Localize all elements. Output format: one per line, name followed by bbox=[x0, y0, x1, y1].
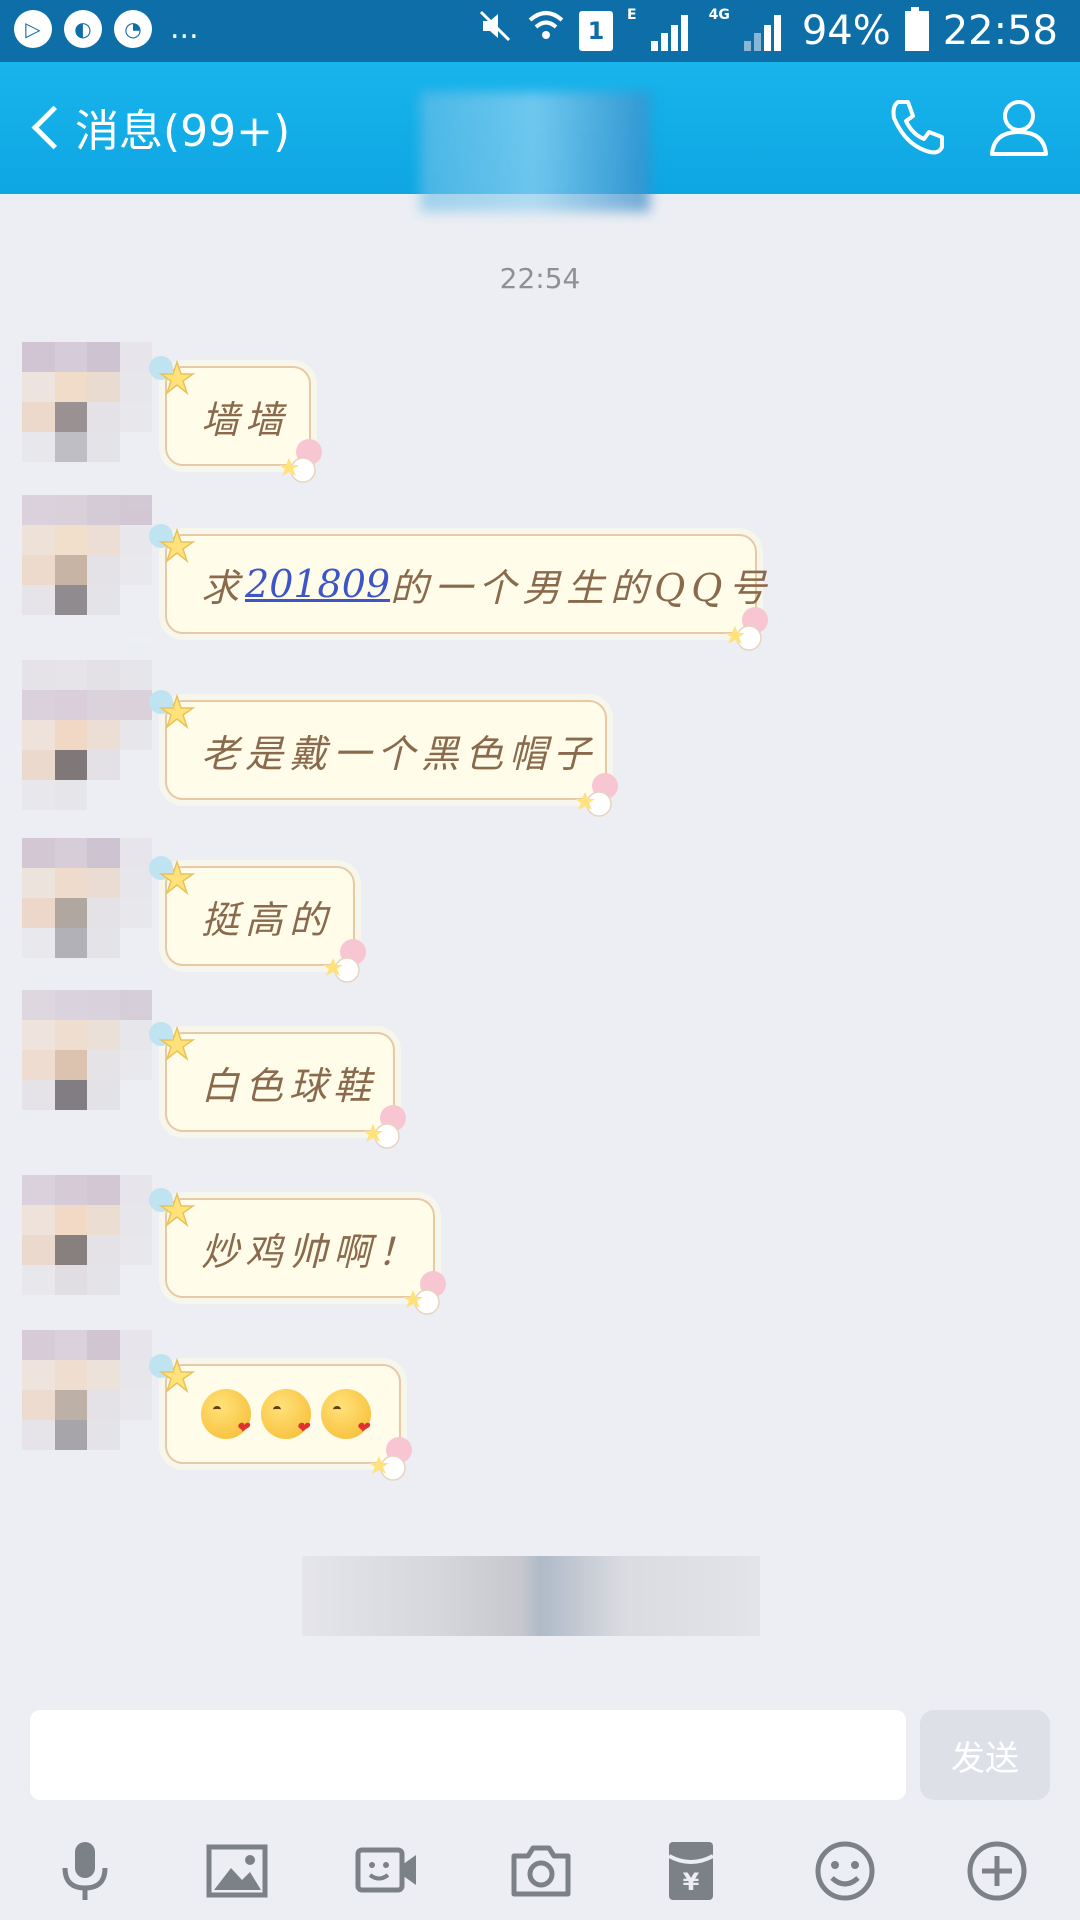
wifi-icon bbox=[527, 8, 565, 54]
star-sticker-icon bbox=[149, 1022, 195, 1062]
send-button[interactable]: 发送 bbox=[920, 1710, 1050, 1800]
star-sticker-icon bbox=[149, 690, 195, 730]
play-store-icon: ▷ bbox=[14, 10, 52, 48]
mute-icon bbox=[477, 8, 513, 54]
message-text: 老是戴一个黑色帽子 bbox=[201, 731, 598, 776]
twin-stars-sticker-icon bbox=[323, 939, 366, 983]
star-sticker-icon bbox=[149, 524, 195, 564]
red-packet-icon[interactable]: ¥ bbox=[658, 1838, 724, 1904]
number-link[interactable]: 201809 bbox=[245, 562, 390, 606]
emoji-row bbox=[201, 1389, 375, 1439]
face-blowing-kiss-icon bbox=[201, 1389, 255, 1439]
signal-strength-icon-1 bbox=[650, 11, 695, 51]
message-bubble[interactable]: 挺高的 bbox=[149, 856, 366, 983]
message-text-suffix: 的一个男生的QQ号 bbox=[390, 565, 773, 610]
message-text-prefix: 求 bbox=[201, 565, 246, 610]
sender-avatar[interactable] bbox=[22, 495, 152, 645]
message-bubble[interactable]: 炒鸡帅啊！ bbox=[149, 1188, 446, 1315]
notification-icons: ▷ ◐ ◔ ... bbox=[14, 10, 199, 48]
more-notifications-indicator: ... bbox=[170, 11, 199, 46]
sender-avatar[interactable] bbox=[22, 838, 152, 988]
image-icon[interactable] bbox=[204, 1838, 270, 1904]
network-type-4g: 4G bbox=[708, 7, 730, 23]
video-call-icon[interactable] bbox=[354, 1838, 420, 1904]
emoji-icon[interactable] bbox=[812, 1838, 878, 1904]
sender-avatar[interactable] bbox=[22, 990, 152, 1140]
microphone-icon[interactable] bbox=[52, 1838, 118, 1904]
message-text: 炒鸡帅啊！ bbox=[201, 1229, 422, 1274]
message-timestamp: 22:54 bbox=[499, 262, 581, 295]
star-sticker-icon bbox=[149, 356, 195, 396]
message-text: 挺高的 bbox=[201, 897, 334, 942]
twin-stars-sticker-icon bbox=[369, 1437, 412, 1481]
chevron-left-icon bbox=[31, 105, 76, 149]
back-button[interactable]: 消息(99+) bbox=[24, 94, 290, 160]
qq-browser-icon: ◐ bbox=[64, 10, 102, 48]
battery-icon bbox=[904, 7, 929, 51]
twin-stars-sticker-icon bbox=[575, 773, 618, 817]
twin-stars-sticker-icon bbox=[279, 439, 322, 483]
sender-avatar[interactable] bbox=[22, 660, 152, 810]
qq-icon: ◔ bbox=[114, 10, 152, 48]
input-toolbar: ¥ bbox=[0, 1820, 1080, 1920]
sim-slot-badge: 1 bbox=[579, 11, 613, 51]
message-bubble[interactable] bbox=[149, 1354, 412, 1481]
message-bubble[interactable]: 白色球鞋 bbox=[149, 1022, 406, 1149]
camera-icon[interactable] bbox=[508, 1838, 574, 1904]
message-bubble[interactable]: 墙墙 bbox=[149, 356, 322, 483]
chat-header: 消息(99+) bbox=[0, 62, 1080, 212]
message-input[interactable] bbox=[30, 1710, 906, 1800]
message-text: 白色球鞋 bbox=[201, 1063, 378, 1108]
phone-call-icon[interactable] bbox=[884, 94, 950, 160]
face-blowing-kiss-icon bbox=[261, 1389, 315, 1439]
system-indicators: 1 E 4G 94% 22:58 bbox=[477, 6, 1058, 56]
message-bubble[interactable]: 老是戴一个黑色帽子 bbox=[149, 690, 618, 817]
star-sticker-icon bbox=[149, 1354, 195, 1394]
star-sticker-icon bbox=[149, 856, 195, 896]
sender-avatar[interactable] bbox=[22, 1175, 152, 1325]
clock: 22:58 bbox=[942, 8, 1058, 54]
blurred-notice bbox=[302, 1556, 760, 1636]
twin-stars-sticker-icon bbox=[725, 607, 768, 651]
svg-text:¥: ¥ bbox=[683, 1868, 700, 1896]
sender-avatar[interactable] bbox=[22, 342, 152, 492]
signal-strength-icon-2 bbox=[743, 11, 788, 51]
status-bar: ▷ ◐ ◔ ... 1 E 4G 94% 22:58 bbox=[0, 0, 1080, 62]
message-bubble[interactable]: 求 201809 的一个男生的QQ号 bbox=[149, 524, 768, 651]
sender-avatar[interactable] bbox=[22, 1330, 152, 1480]
network-type-e: E bbox=[627, 7, 637, 23]
star-sticker-icon bbox=[149, 1188, 195, 1228]
contact-profile-icon[interactable] bbox=[986, 94, 1052, 160]
message-text: 墙墙 bbox=[201, 397, 290, 442]
back-button-label: 消息(99+) bbox=[75, 106, 291, 157]
twin-stars-sticker-icon bbox=[403, 1271, 446, 1315]
face-blowing-kiss-icon bbox=[321, 1389, 375, 1439]
contact-name-blurred bbox=[420, 92, 650, 212]
twin-stars-sticker-icon bbox=[363, 1105, 406, 1149]
battery-percentage: 94% bbox=[801, 8, 891, 54]
plus-icon[interactable] bbox=[964, 1838, 1030, 1904]
